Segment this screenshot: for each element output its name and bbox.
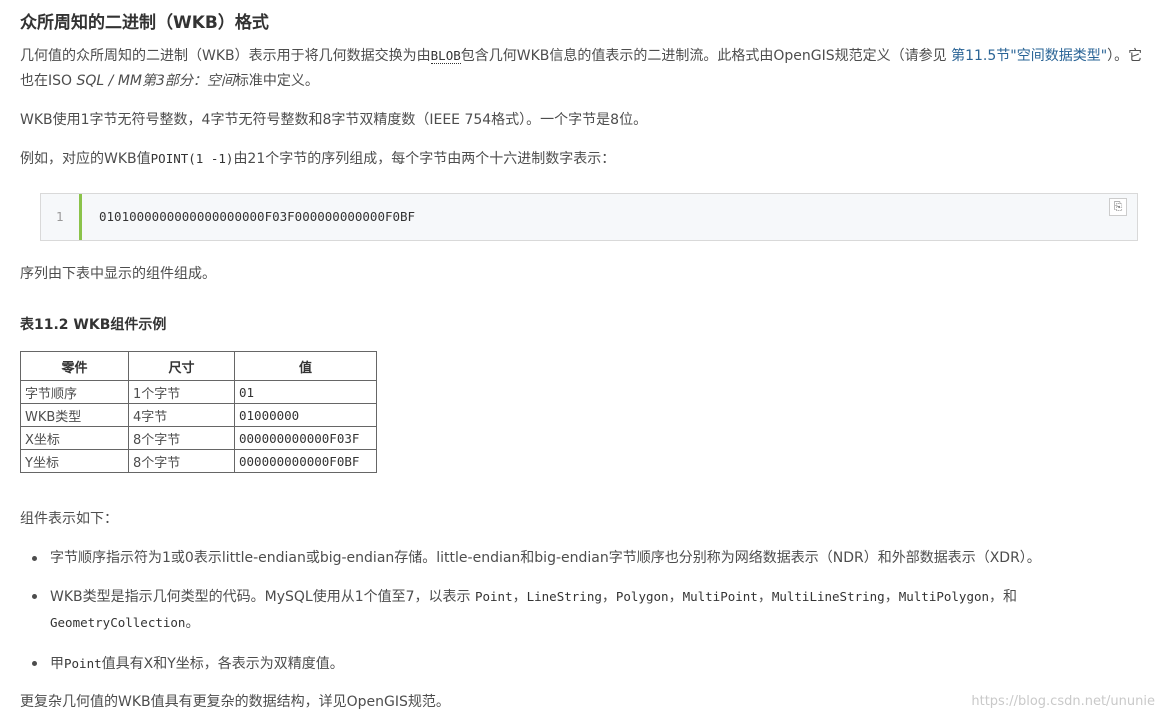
type-code: MultiPolygon [898,589,990,604]
list-item-text: ，和 [989,589,1018,605]
intro-line2-a: 也在ISO [20,73,77,89]
code-block: 1 0101000000000000000000F03F000000000000… [40,193,1138,241]
line-number: 1 [56,210,64,224]
list-item-text: 。 [185,615,200,631]
intro-paragraph-line2: 也在ISO SQL / MM第3部分：空间标准中定义。 [20,69,319,93]
components-paragraph: 序列由下表中显示的组件组成。 [20,266,216,282]
closing-paragraph: 更复杂几何值的WKB值具有更复杂的数据结构，详见OpenGIS规范。 [20,694,450,710]
list-item-text: WKB类型是指示几何类型的代码。MySQL使用从1个值至7，以表示 [50,589,475,605]
type-code: MultiPoint [682,589,758,604]
list-item: WKB类型是指示几何类型的代码。MySQL使用从1个值至7，以表示 Point ，… [28,584,1138,651]
list-item-text: 值具有X和Y坐标，各表示为双精度值。 [101,656,344,672]
table-cell: 8个字节 [128,449,235,473]
section-link[interactable]: 第11.5节"空间数据类型" [951,48,1107,64]
table-header-row: 零件 尺寸 值 [20,351,377,381]
wkb-components-table: 零件 尺寸 值 字节顺序 1个字节 01 WKB类型 4字节 01000000 … [20,351,377,473]
table-cell: 1个字节 [128,380,235,404]
list-item: 字节顺序指示符为1或0表示little-endian或big-endian存储。… [28,546,1138,584]
clipboard-icon: ⎘ [1113,200,1123,213]
table-cell: 01 [234,380,377,404]
table-caption: 表11.2 WKB组件示例 [20,317,167,333]
column-header: 零件 [20,351,129,381]
table-cell: WKB类型 [20,403,129,427]
example-text-a: 例如，对应的WKB值 [20,151,151,167]
table-cell: X坐标 [20,426,129,450]
list-item: 甲Point值具有X和Y坐标，各表示为双精度值。 [28,651,1138,689]
column-header: 值 [234,351,377,381]
type-code: MultiLineString [771,589,885,604]
intro-text-3: ）。它 [1107,48,1143,64]
representation-paragraph: 组件表示如下： [20,511,118,527]
list-item-text: 字节顺序指示符为1或0表示little-endian或big-endian存储。… [50,550,1041,566]
table-row: 字节顺序 1个字节 01 [20,380,377,404]
code-line[interactable]: 0101000000000000000000F03F000000000000F0… [99,194,415,240]
component-list: 字节顺序指示符为1或0表示little-endian或big-endian存储。… [28,546,1138,689]
copy-button[interactable]: ⎘ [1109,198,1127,216]
table-row: Y坐标 8个字节 000000000000F0BF [20,449,377,473]
point-code: POINT(1 -1) [150,151,234,166]
table-cell: 000000000000F0BF [234,449,377,473]
intro-text: 几何值的众所周知的二进制（WKB）表示用于将几何数据交换为由 [20,48,431,64]
page-title: 众所周知的二进制（WKB）格式 [20,13,269,33]
blob-abbr[interactable]: BLOB [430,48,461,64]
type-code: Point [64,656,102,671]
wkb-sizes-paragraph: WKB使用1字节无符号整数，4字节无符号整数和8字节双精度数（IEEE 754格… [20,112,648,128]
table-cell: 4字节 [128,403,235,427]
code-accent-bar [79,194,82,240]
table-cell: 字节顺序 [20,380,129,404]
table-cell: 01000000 [234,403,377,427]
intro-line2-italic: SQL / MM第3部分：空间 [76,73,235,89]
table-cell: 000000000000F03F [234,426,377,450]
type-code: GeometryCollection [50,615,186,630]
intro-line2-b: 标准中定义。 [234,73,319,89]
intro-text-2: 包含几何WKB信息的值表示的二进制流。此格式由OpenGIS规范定义（请参见 [460,48,952,64]
table-row: WKB类型 4字节 01000000 [20,403,377,427]
example-text-b: 由21个字节的序列组成，每个字节由两个十六进制数字表示： [233,151,616,167]
example-paragraph: 例如，对应的WKB值POINT(1 -1)由21个字节的序列组成，每个字节由两个… [20,147,615,171]
watermark: https://blog.csdn.net/ununie [971,694,1155,709]
intro-paragraph-line1: 几何值的众所周知的二进制（WKB）表示用于将几何数据交换为由BLOB包含几何WK… [20,44,1142,68]
column-header: 尺寸 [128,351,235,381]
table-cell: 8个字节 [128,426,235,450]
table-cell: Y坐标 [20,449,129,473]
list-item-text: 甲 [50,656,64,672]
type-code: Polygon [615,589,669,604]
table-row: X坐标 8个字节 000000000000F03F [20,426,377,450]
type-code: LineString [526,589,602,604]
type-code: Point [474,589,513,604]
